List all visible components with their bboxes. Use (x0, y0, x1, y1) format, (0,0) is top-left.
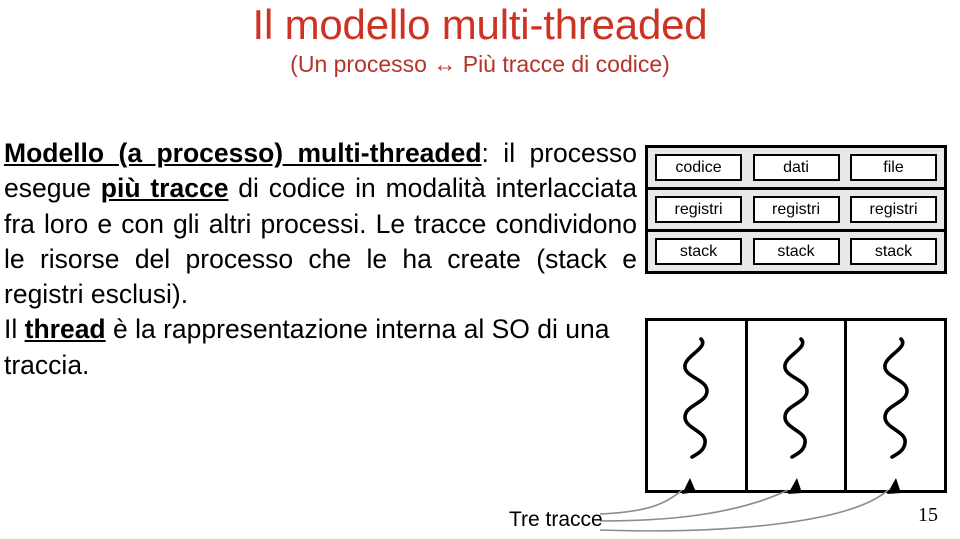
connector-line-2 (599, 489, 789, 522)
resource-box-registri-3: registri (850, 196, 937, 223)
term-modello-multithreaded: Modello (a processo) multi-threaded (4, 138, 482, 168)
connector-line-1 (599, 489, 683, 515)
resource-box-registri-1: registri (655, 196, 742, 223)
resource-box-stack-2: stack (752, 238, 840, 265)
squiggly-thread-icon (679, 335, 713, 466)
stacks-row: stack stack stack (648, 229, 944, 271)
term-piu-tracce: più tracce (100, 173, 229, 204)
body-text: Modello (a processo) multi-threaded: il … (4, 136, 637, 383)
resource-box-dati: dati (752, 154, 840, 181)
process-resource-block: codice dati file registri registri regis… (645, 145, 947, 274)
squiggly-thread-icon (879, 335, 913, 466)
body-run-il: Il (4, 314, 25, 345)
resource-box-stack-3: stack (850, 238, 937, 265)
term-thread: thread (24, 314, 106, 345)
slide-number: 15 (918, 504, 938, 526)
thread-compartment-1 (648, 321, 745, 490)
resource-box-stack-1: stack (655, 238, 742, 265)
resource-box-registri-2: registri (752, 196, 840, 223)
slide-subtitle: (Un processo ↔ Più tracce di codice) (290, 51, 670, 77)
shared-resources-row: codice dati file (648, 148, 944, 187)
body-paragraph-1: Modello (a processo) multi-threaded: il … (4, 136, 637, 312)
thread-compartments-block (645, 318, 947, 493)
slide-title: Il modello multi-threaded (252, 1, 708, 48)
squiggly-thread-icon (779, 335, 813, 466)
thread-compartment-3 (844, 321, 944, 490)
registers-row: registri registri registri (648, 187, 944, 229)
body-paragraph-2: Il thread è la rappresentazione interna … (4, 312, 637, 383)
connector-line-3 (599, 489, 889, 532)
thread-compartment-2 (744, 321, 845, 490)
resource-box-codice: codice (655, 154, 742, 181)
tre-tracce-caption: Tre tracce (509, 508, 603, 531)
resource-box-file: file (850, 154, 937, 181)
